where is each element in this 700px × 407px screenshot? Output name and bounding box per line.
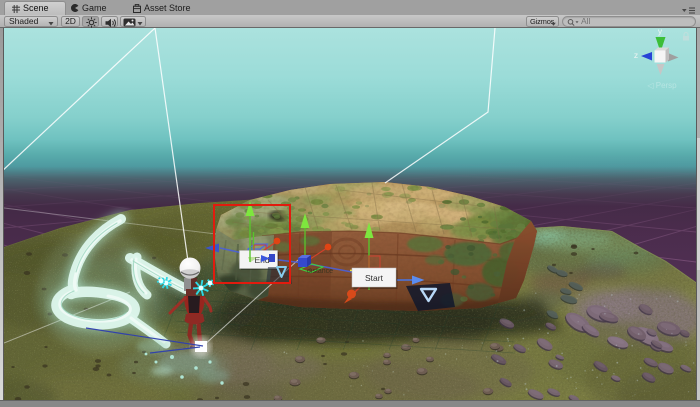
svg-text:z: z (634, 50, 638, 60)
svg-text:distance: distance (307, 268, 333, 275)
svg-text:Start: Start (365, 273, 384, 283)
svg-text:◁ Persp: ◁ Persp (647, 81, 677, 90)
